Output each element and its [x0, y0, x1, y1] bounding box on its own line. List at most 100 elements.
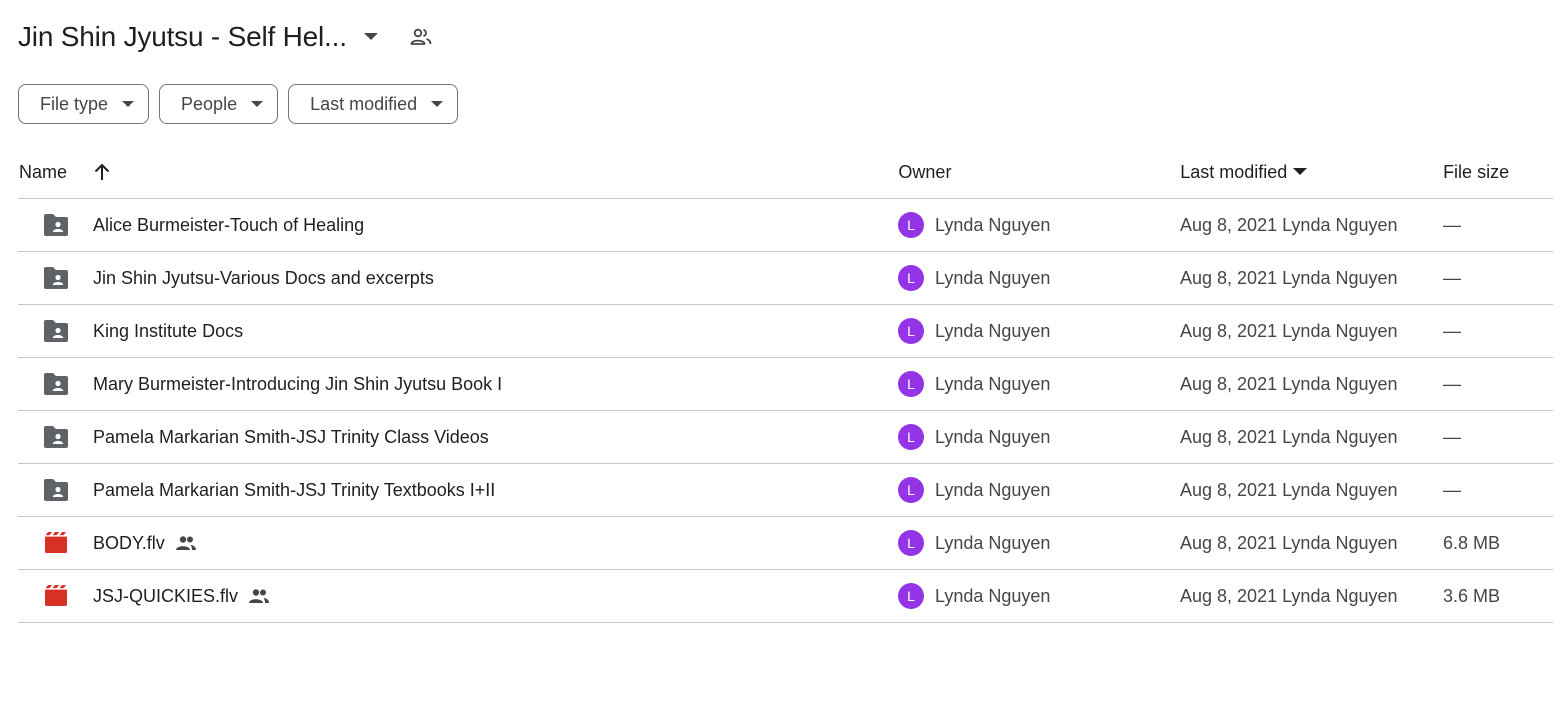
file-size-cell: — — [1443, 373, 1461, 394]
caret-down-icon — [431, 100, 444, 108]
filter-chip-file-type[interactable]: File type — [18, 84, 150, 124]
video-file-icon — [42, 582, 70, 610]
shared-folder-icon — [42, 211, 70, 239]
avatar: L — [898, 477, 924, 503]
column-name[interactable]: Name — [18, 162, 898, 183]
last-modified-cell: Aug 8, 2021 Lynda Nguyen — [1180, 479, 1398, 500]
last-modified-cell: Aug 8, 2021 Lynda Nguyen — [1180, 585, 1398, 606]
file-name-cell: Alice Burmeister-Touch of Healing — [18, 211, 898, 239]
file-name-cell: JSJ-QUICKIES.flv — [18, 582, 898, 610]
shared-folder-icon — [42, 370, 70, 398]
last-modified-cell: Aug 8, 2021 Lynda Nguyen — [1180, 214, 1398, 235]
table-row[interactable]: JSJ-QUICKIES.flv L Lynda Nguyen Aug 8, 2021… — [18, 570, 1553, 623]
caret-down-icon[interactable] — [357, 23, 385, 51]
last-modified-cell: Aug 8, 2021 Lynda Nguyen — [1180, 373, 1398, 394]
owner-name: Lynda Nguyen — [935, 585, 1051, 606]
people-outline-icon[interactable] — [407, 23, 435, 51]
folder-title[interactable]: Jin Shin Jyutsu - Self Hel... — [18, 21, 347, 53]
caret-down-icon — [122, 100, 135, 108]
shared-folder-icon — [42, 264, 70, 292]
file-size-cell: — — [1443, 214, 1461, 235]
filter-chip-people[interactable]: People — [159, 84, 279, 124]
owner-name: Lynda Nguyen — [935, 267, 1051, 288]
owner-name: Lynda Nguyen — [935, 373, 1051, 394]
table-row[interactable]: Alice Burmeister-Touch of Healing L Lynda … — [18, 199, 1553, 252]
last-modified-cell: Aug 8, 2021 Lynda Nguyen — [1180, 532, 1398, 553]
owner-name: Lynda Nguyen — [935, 426, 1051, 447]
filter-chip-label: People — [181, 93, 238, 114]
file-name[interactable]: Mary Burmeister-Introducing Jin Shin Jyu… — [93, 374, 502, 395]
file-name[interactable]: King Institute Docs — [93, 321, 243, 342]
column-file-size[interactable]: File size — [1443, 162, 1553, 183]
column-last-modified-label: Last modified — [1180, 161, 1288, 182]
column-name-label: Name — [19, 161, 68, 182]
last-modified-cell: Aug 8, 2021 Lynda Nguyen — [1180, 267, 1398, 288]
last-modified-cell: Aug 8, 2021 Lynda Nguyen — [1180, 426, 1398, 447]
file-size-cell: 6.8 MB — [1443, 532, 1501, 553]
table-row[interactable]: Pamela Markarian Smith-JSJ Trinity Textb… — [18, 464, 1553, 517]
people-icon — [248, 588, 270, 604]
file-size-cell: — — [1443, 426, 1461, 447]
avatar: L — [898, 212, 924, 238]
column-owner[interactable]: Owner — [898, 162, 1180, 183]
file-name[interactable]: BODY.flv — [93, 533, 165, 554]
file-name-cell: Jin Shin Jyutsu-Various Docs and excerpt… — [18, 264, 898, 292]
table-header: Name Owner Last modified File size — [18, 146, 1553, 199]
file-name-cell: Pamela Markarian Smith-JSJ Trinity Textb… — [18, 476, 898, 504]
arrow-up-icon[interactable] — [93, 163, 111, 181]
table-row[interactable]: Pamela Markarian Smith-JSJ Trinity Class… — [18, 411, 1553, 464]
avatar: L — [898, 265, 924, 291]
filter-bar: File type People Last modified — [18, 84, 459, 124]
file-name[interactable]: Pamela Markarian Smith-JSJ Trinity Class… — [93, 427, 489, 448]
avatar: L — [898, 318, 924, 344]
file-name-cell: BODY.flv — [18, 529, 898, 557]
owner-cell: L Lynda Nguyen — [898, 424, 1180, 450]
owner-name: Lynda Nguyen — [935, 479, 1051, 500]
table-body: Alice Burmeister-Touch of Healing L Lynda … — [18, 199, 1553, 623]
owner-name: Lynda Nguyen — [935, 320, 1051, 341]
owner-cell: L Lynda Nguyen — [898, 265, 1180, 291]
table-row[interactable]: Jin Shin Jyutsu-Various Docs and excerpt… — [18, 252, 1553, 305]
avatar: L — [898, 583, 924, 609]
file-name[interactable]: Alice Burmeister-Touch of Healing — [93, 215, 364, 236]
people-icon — [175, 535, 197, 551]
owner-cell: L Lynda Nguyen — [898, 371, 1180, 397]
caret-down-icon — [251, 100, 264, 108]
file-name-cell: Pamela Markarian Smith-JSJ Trinity Class… — [18, 423, 898, 451]
owner-cell: L Lynda Nguyen — [898, 583, 1180, 609]
file-name[interactable]: JSJ-QUICKIES.flv — [93, 586, 238, 607]
owner-name: Lynda Nguyen — [935, 214, 1051, 235]
file-size-cell: — — [1443, 267, 1461, 288]
filter-chip-last-modified[interactable]: Last modified — [288, 84, 459, 124]
file-list: Name Owner Last modified File size Alice… — [18, 146, 1553, 623]
avatar: L — [898, 530, 924, 556]
owner-cell: L Lynda Nguyen — [898, 477, 1180, 503]
last-modified-cell: Aug 8, 2021 Lynda Nguyen — [1180, 320, 1398, 341]
file-size-cell: — — [1443, 479, 1461, 500]
filter-chip-label: Last modified — [310, 93, 418, 114]
file-name[interactable]: Pamela Markarian Smith-JSJ Trinity Textb… — [93, 480, 495, 501]
folder-header: Jin Shin Jyutsu - Self Hel... — [18, 14, 435, 60]
shared-folder-icon — [42, 317, 70, 345]
file-size-cell: — — [1443, 320, 1461, 341]
filter-chip-label: File type — [40, 93, 109, 114]
file-size-cell: 3.6 MB — [1443, 585, 1501, 606]
owner-cell: L Lynda Nguyen — [898, 530, 1180, 556]
owner-cell: L Lynda Nguyen — [898, 212, 1180, 238]
sort-down-icon[interactable] — [1293, 168, 1308, 176]
shared-folder-icon — [42, 476, 70, 504]
table-row[interactable]: Mary Burmeister-Introducing Jin Shin Jyu… — [18, 358, 1553, 411]
owner-cell: L Lynda Nguyen — [898, 318, 1180, 344]
video-file-icon — [42, 529, 70, 557]
column-last-modified[interactable]: Last modified — [1180, 162, 1443, 183]
drive-folder-view: Jin Shin Jyutsu - Self Hel... File type P… — [0, 0, 1553, 706]
owner-name: Lynda Nguyen — [935, 532, 1051, 553]
avatar: L — [898, 424, 924, 450]
shared-folder-icon — [42, 423, 70, 451]
file-name-cell: Mary Burmeister-Introducing Jin Shin Jyu… — [18, 370, 898, 398]
table-row[interactable]: BODY.flv L Lynda Nguyen Aug 8, 2021 Lynda N… — [18, 517, 1553, 570]
file-name-cell: King Institute Docs — [18, 317, 898, 345]
file-name[interactable]: Jin Shin Jyutsu-Various Docs and excerpt… — [93, 268, 434, 289]
avatar: L — [898, 371, 924, 397]
table-row[interactable]: King Institute Docs L Lynda Nguyen Aug 8, 2… — [18, 305, 1553, 358]
